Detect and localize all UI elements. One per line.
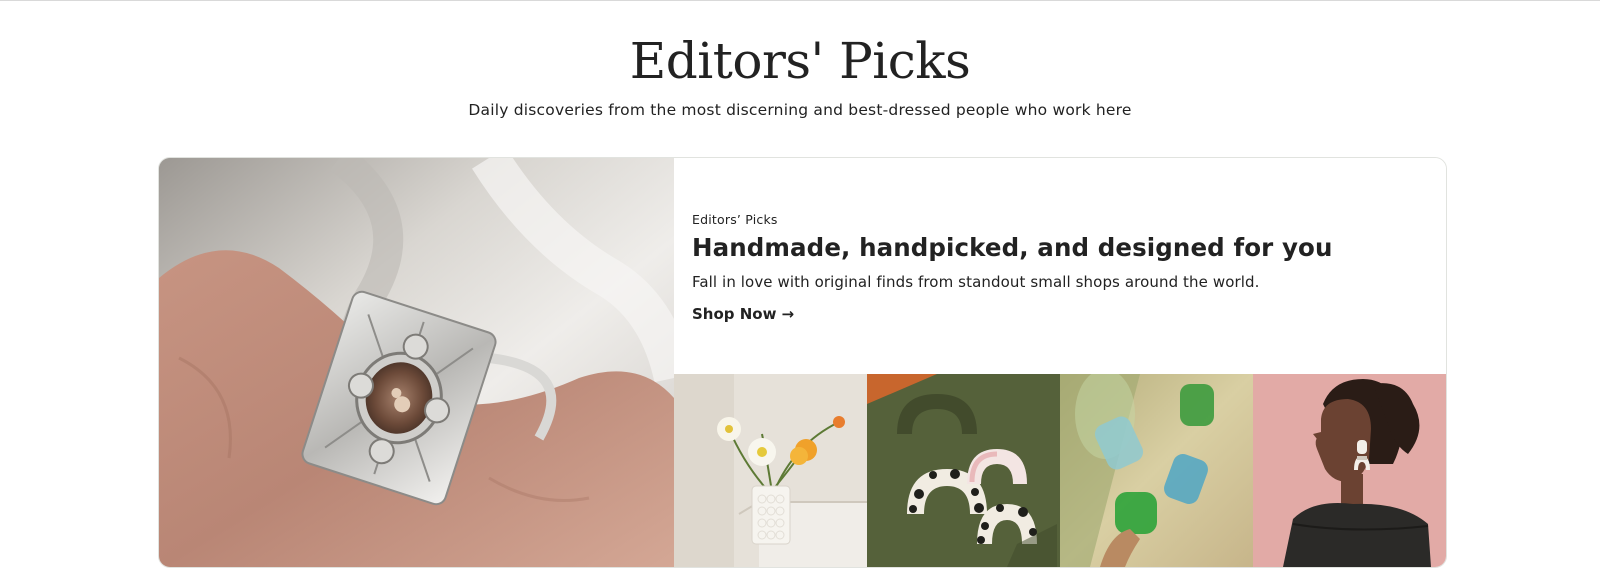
thumbnail-strip (674, 374, 1446, 567)
glass-cups-image (1060, 374, 1253, 567)
ring-illustration (159, 158, 674, 567)
vase-flowers-image (674, 374, 867, 567)
woman-earrings-image (1253, 374, 1446, 567)
arrow-right-icon: → (781, 305, 795, 323)
promo-panel: Editors’ Picks Handmade, handpicked, and… (674, 158, 1446, 374)
shop-now-label: Shop Now (692, 305, 777, 323)
thumb-ceramic-arches[interactable] (867, 374, 1060, 567)
top-divider (0, 0, 1600, 1)
promo-eyebrow: Editors’ Picks (692, 212, 778, 227)
thumb-vase-flowers[interactable] (674, 374, 867, 567)
page-title: Editors' Picks (629, 32, 971, 90)
section-header: Editors' Picks Daily discoveries from th… (0, 28, 1600, 120)
thumb-glass-cups[interactable] (1060, 374, 1253, 567)
thumb-woman-earrings[interactable] (1253, 374, 1446, 567)
page-subtitle: Daily discoveries from the most discerni… (468, 101, 1132, 119)
promo-headline: Handmade, handpicked, and designed for y… (692, 233, 1333, 262)
ceramic-arches-image (867, 374, 1060, 567)
promo-description: Fall in love with original finds from st… (692, 273, 1260, 291)
hero-ring-image[interactable] (159, 158, 674, 567)
editors-picks-card: Editors’ Picks Handmade, handpicked, and… (158, 157, 1447, 568)
shop-now-link[interactable]: Shop Now → (692, 305, 794, 323)
